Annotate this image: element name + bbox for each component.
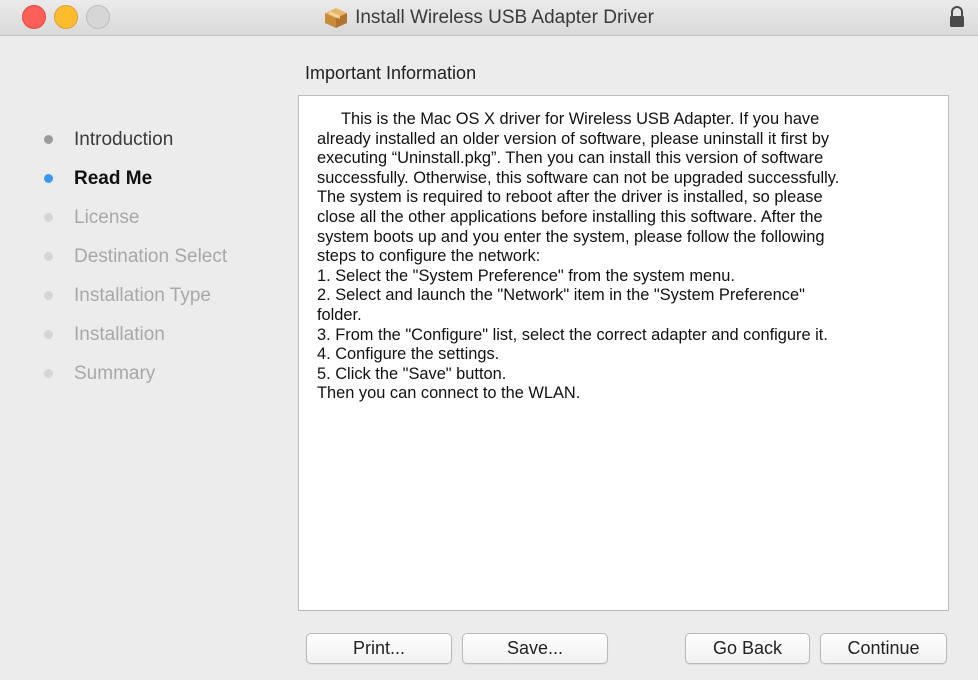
window-title-group: Install Wireless USB Adapter Driver bbox=[0, 0, 978, 36]
window-title: Install Wireless USB Adapter Driver bbox=[355, 7, 654, 28]
content-line: close all the other applications before … bbox=[317, 207, 823, 226]
title-bar[interactable]: Install Wireless USB Adapter Driver bbox=[0, 0, 978, 36]
content-line: executing “Uninstall.pkg”. Then you can … bbox=[317, 149, 824, 168]
content-line: already installed an older version of so… bbox=[317, 129, 830, 148]
step-destination-select: Destination Select bbox=[0, 237, 290, 276]
step-label: Read Me bbox=[74, 168, 153, 189]
print-button[interactable]: Print... bbox=[306, 633, 452, 664]
go-back-button[interactable]: Go Back bbox=[685, 633, 810, 664]
step-dot-icon bbox=[44, 135, 53, 144]
step-installation-type: Installation Type bbox=[0, 276, 290, 315]
content-line: folder. bbox=[317, 305, 362, 324]
content-line: This is the Mac OS X driver for Wireless… bbox=[341, 110, 820, 128]
step-read-me: Read Me bbox=[0, 159, 290, 198]
content-line: The system is required to reboot after t… bbox=[317, 188, 823, 207]
step-label: License bbox=[74, 207, 140, 228]
content-line: system boots up and you enter the system… bbox=[317, 227, 825, 246]
step-label: Summary bbox=[74, 363, 156, 384]
installer-steps-sidebar: Introduction Read Me License Destination… bbox=[0, 120, 290, 393]
content-line: successfully. Otherwise, this software c… bbox=[317, 168, 840, 187]
step-label: Installation Type bbox=[74, 285, 211, 306]
step-license: License bbox=[0, 198, 290, 237]
step-dot-icon bbox=[44, 291, 53, 300]
read-me-text-area[interactable]: This is the Mac OS X driver for Wireless… bbox=[298, 95, 949, 611]
content-line: 1. Select the "System Preference" from t… bbox=[317, 266, 735, 285]
content-line: 4. Configure the settings. bbox=[317, 345, 500, 364]
step-introduction: Introduction bbox=[0, 120, 290, 159]
step-summary: Summary bbox=[0, 354, 290, 393]
step-label: Introduction bbox=[74, 129, 174, 150]
step-dot-icon bbox=[44, 369, 53, 378]
save-button[interactable]: Save... bbox=[462, 633, 608, 664]
content-line: 3. From the "Configure" list, select the… bbox=[317, 325, 828, 344]
step-label: Destination Select bbox=[74, 246, 228, 267]
step-dot-icon bbox=[44, 174, 53, 183]
package-icon bbox=[325, 8, 348, 28]
lock-icon bbox=[950, 6, 964, 27]
section-title: Important Information bbox=[305, 63, 477, 83]
content-line: steps to configure the network: bbox=[317, 247, 541, 266]
step-dot-icon bbox=[44, 330, 53, 339]
step-label: Installation bbox=[74, 324, 165, 345]
content-line: Then you can connect to the WLAN. bbox=[317, 384, 581, 403]
content-line: 5. Click the "Save" button. bbox=[317, 364, 507, 383]
step-installation: Installation bbox=[0, 315, 290, 354]
continue-button[interactable]: Continue bbox=[820, 633, 947, 664]
step-dot-icon bbox=[44, 213, 53, 222]
step-dot-icon bbox=[44, 252, 53, 261]
content-line: 2. Select and launch the "Network" item … bbox=[317, 286, 805, 305]
